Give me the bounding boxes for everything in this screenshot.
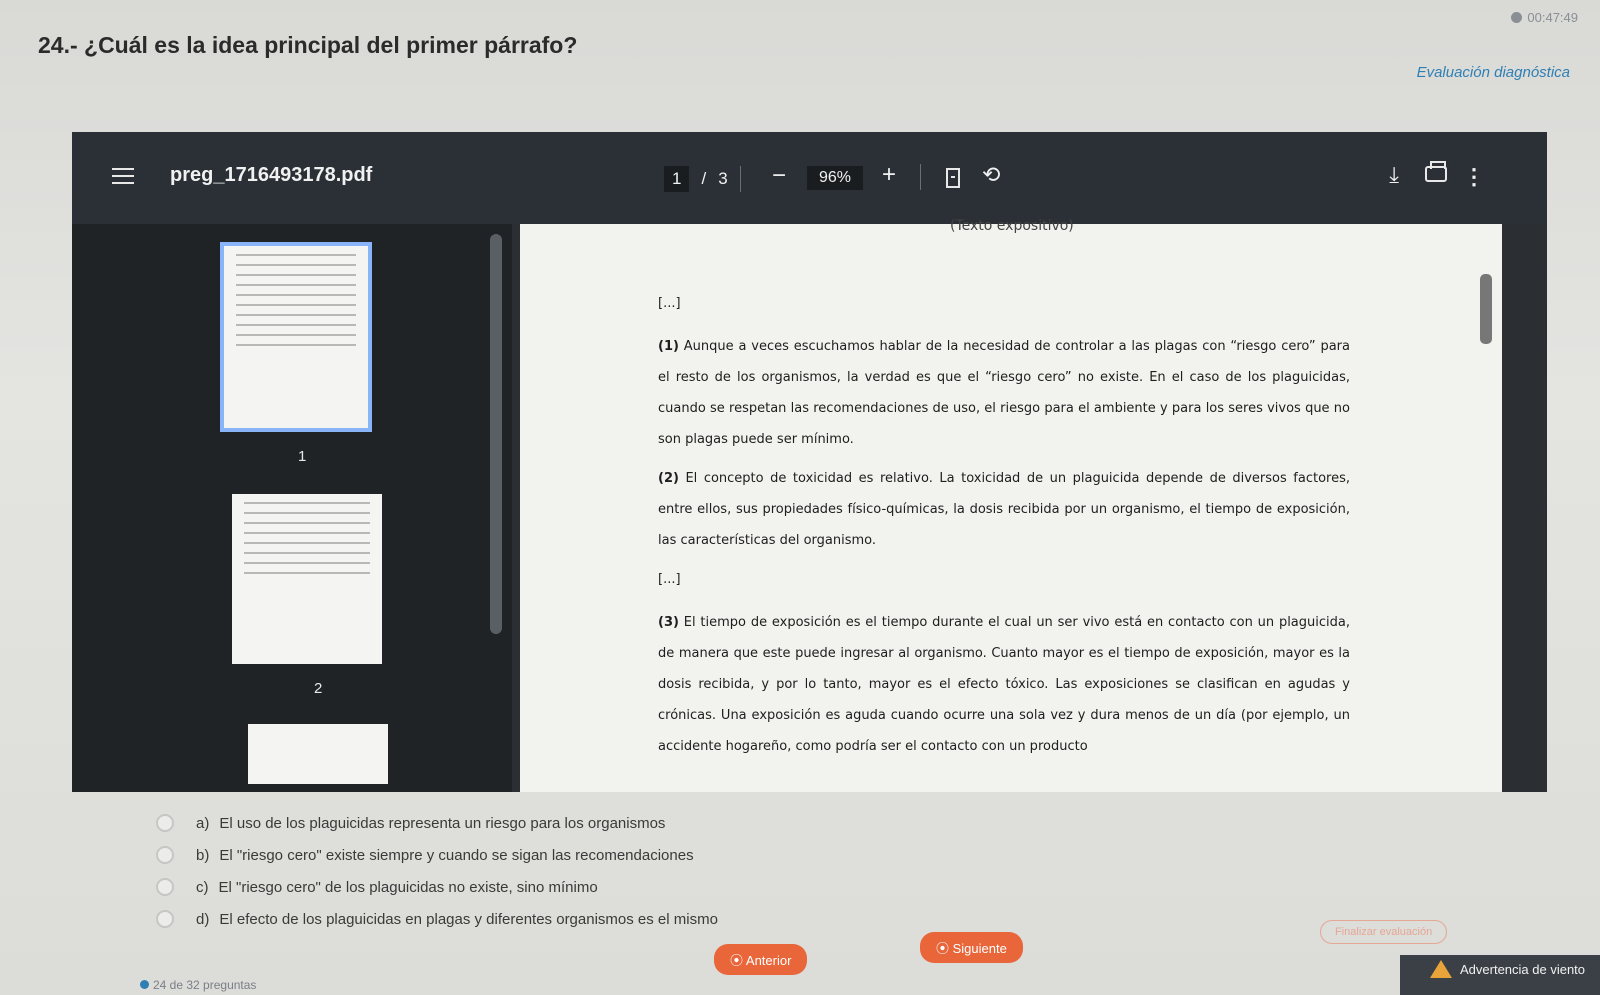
ellipsis: [...] [658, 572, 681, 587]
toolbar-divider [739, 166, 741, 192]
pdf-viewer: preg_1716493178.pdf 1 / 3 − 96% + ⟲ ⤓ ⋮ … [72, 132, 1547, 792]
warning-icon [1430, 960, 1452, 978]
fit-page-icon[interactable] [946, 168, 960, 188]
radio-button[interactable] [156, 910, 174, 928]
option-d[interactable]: d) El efecto de los plaguicidas en plaga… [156, 904, 718, 934]
paragraph-number: (1) [658, 339, 679, 354]
progress-text: 24 de 32 preguntas [153, 978, 257, 992]
option-letter: b) [196, 846, 210, 864]
paragraph-text: El concepto de toxicidad es relativo. La… [658, 471, 1350, 548]
option-letter: a) [196, 814, 210, 832]
thumbnail-scrollbar[interactable] [490, 234, 502, 634]
previous-button[interactable]: ⦿ Anterior [714, 944, 808, 975]
more-icon[interactable]: ⋮ [1463, 164, 1485, 190]
radio-button[interactable] [156, 846, 174, 864]
option-letter: d) [196, 910, 210, 928]
rotate-icon[interactable]: ⟲ [982, 162, 1000, 188]
thumbnail-page-1[interactable] [220, 242, 372, 432]
ellipsis: [...] [658, 296, 681, 311]
paragraph-number: (3) [658, 615, 679, 630]
option-b[interactable]: b) El "riesgo cero" existe siempre y cua… [156, 840, 718, 870]
warning-text: Advertencia de viento [1460, 961, 1586, 977]
next-button[interactable]: ⦿ Siguiente [920, 932, 1023, 963]
total-pages: 3 [718, 169, 728, 188]
clock-icon [1511, 12, 1523, 23]
option-text: El "riesgo cero" existe siempre y cuando… [219, 846, 694, 864]
paragraph-1: (1) Aunque a veces escuchamos hablar de … [658, 331, 1350, 455]
paragraph-text: Aunque a veces escuchamos hablar de la n… [658, 339, 1350, 447]
page-scrollbar[interactable] [1480, 274, 1492, 344]
page-separator: / [701, 169, 707, 188]
thumbnail-page-2[interactable] [232, 494, 382, 664]
current-page-input[interactable]: 1 [664, 166, 690, 192]
toolbar-divider [920, 164, 921, 190]
document-text: [...] (1) Aunque a veces escuchamos habl… [658, 288, 1350, 770]
thumbnail-label: 2 [314, 680, 323, 697]
thumbnail-page-3[interactable] [248, 724, 388, 784]
zoom-level-input[interactable]: 96% [807, 166, 864, 190]
paragraph-number: (2) [658, 471, 679, 486]
thumbnail-sidebar: 1 2 [72, 224, 512, 792]
zoom-in-button[interactable]: + [882, 161, 896, 189]
option-letter: c) [196, 878, 209, 896]
download-icon[interactable]: ⤓ [1389, 162, 1399, 188]
pdf-file-name: preg_1716493178.pdf [170, 164, 373, 186]
finish-evaluation-button[interactable]: Finalizar evaluación [1320, 920, 1448, 944]
thumbnail-label: 1 [298, 448, 307, 465]
weather-warning[interactable]: Advertencia de viento [1430, 960, 1585, 978]
question-progress: 24 de 32 preguntas [140, 978, 256, 992]
option-text: El "riesgo cero" de los plaguicidas no e… [218, 878, 598, 896]
radio-button[interactable] [156, 814, 174, 832]
print-icon[interactable] [1425, 161, 1447, 182]
option-a[interactable]: a) El uso de los plaguicidas representa … [156, 808, 718, 838]
evaluation-label: Evaluación diagnóstica [1416, 64, 1570, 81]
zoom-out-button[interactable]: − [772, 162, 786, 190]
menu-icon[interactable] [112, 168, 134, 184]
timer-value: 00:47:49 [1527, 10, 1578, 25]
document-header: (Texto expositivo) [950, 218, 1074, 234]
paragraph-text: El tiempo de exposición es el tiempo dur… [658, 615, 1350, 754]
paragraph-3: (3) El tiempo de exposición es el tiempo… [658, 607, 1350, 762]
page-navigation: 1 / 3 [664, 166, 741, 192]
progress-icon [140, 980, 149, 989]
timer: 00:47:49 [1511, 10, 1578, 25]
pdf-page: (Texto expositivo) [...] (1) Aunque a ve… [520, 218, 1502, 792]
pdf-toolbar: preg_1716493178.pdf 1 / 3 − 96% + ⟲ ⤓ ⋮ [72, 132, 1547, 224]
answer-options: a) El uso de los plaguicidas representa … [156, 808, 718, 936]
question-title: 24.- ¿Cuál es la idea principal del prim… [38, 32, 578, 58]
option-text: El uso de los plaguicidas representa un … [219, 814, 666, 832]
option-text: El efecto de los plaguicidas en plagas y… [219, 910, 718, 928]
option-c[interactable]: c) El "riesgo cero" de los plaguicidas n… [156, 872, 718, 902]
paragraph-2: (2) El concepto de toxicidad es relativo… [658, 463, 1350, 556]
radio-button[interactable] [156, 878, 174, 896]
